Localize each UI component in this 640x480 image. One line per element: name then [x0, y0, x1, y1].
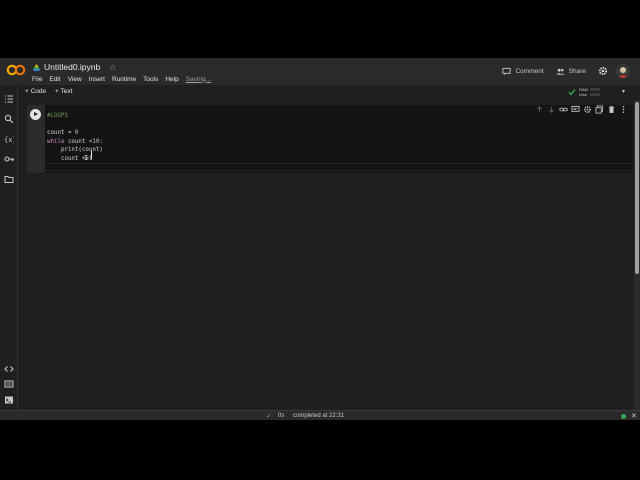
code-cell[interactable]: #LOOPS count = 0 while count <10: print(c…: [27, 105, 633, 173]
search-icon[interactable]: [4, 114, 14, 124]
close-icon[interactable]: ✕: [631, 412, 637, 420]
header: Untitled0.ipynb ☆ File Edit View Insert …: [0, 58, 640, 85]
runtime-dropdown-icon[interactable]: ▾: [622, 88, 625, 95]
ram-disk-indicator[interactable]: RAM Disk: [568, 87, 600, 97]
share-label: Share: [568, 67, 586, 75]
connected-check-icon: [568, 89, 576, 96]
check-icon: ✓: [266, 413, 272, 420]
settings-icon[interactable]: [583, 105, 592, 114]
active-line-highlight: [45, 163, 633, 171]
disk-meter: [589, 93, 600, 96]
comment-icon[interactable]: [571, 105, 580, 114]
text-cursor: [91, 151, 92, 159]
header-actions: Comment Share: [502, 63, 630, 79]
menu-help[interactable]: Help: [165, 76, 178, 83]
toc-icon[interactable]: [4, 94, 14, 104]
status-message[interactable]: completed at 22:31: [293, 413, 344, 419]
comment-button[interactable]: Comment: [502, 67, 544, 76]
code-line: print(count): [47, 147, 103, 153]
code-snippets-icon[interactable]: [4, 364, 14, 374]
more-vert-icon[interactable]: [619, 105, 628, 114]
left-sidebar: {x}: [0, 86, 18, 410]
ram-meter: [589, 88, 600, 91]
share-people-icon: [556, 68, 565, 75]
svg-text:{x}: {x}: [4, 136, 14, 144]
share-button[interactable]: Share: [556, 67, 586, 76]
execution-time: 0s: [278, 413, 285, 419]
cell-gutter: [27, 105, 45, 173]
disk-label: Disk: [579, 92, 587, 97]
code-editor[interactable]: #LOOPS count = 0 while count <10: print(c…: [45, 105, 633, 173]
menu-view[interactable]: View: [68, 76, 82, 83]
code-text[interactable]: #LOOPS count = 0 while count <10: print(c…: [47, 112, 103, 163]
mirror-icon[interactable]: [595, 104, 604, 114]
code-comment: #LOOPS: [47, 113, 68, 119]
add-code-cell-button[interactable]: + Code: [25, 88, 46, 95]
menu-runtime[interactable]: Runtime: [112, 76, 136, 83]
menu-file[interactable]: File: [32, 76, 42, 83]
usage-meters: [588, 88, 600, 96]
colab-window: Untitled0.ipynb ☆ File Edit View Insert …: [0, 58, 640, 420]
status-bar: ✓ 0s completed at 22:31 ✕: [0, 410, 640, 420]
code-line: #LOOPS: [47, 112, 103, 121]
notebook-toolbar: + Code + Text RAM Disk ▾: [18, 86, 640, 100]
code-line: count +=1: [47, 155, 92, 162]
menu-edit[interactable]: Edit: [49, 76, 60, 83]
scroll-thumb[interactable]: [635, 102, 639, 274]
delete-icon[interactable]: [607, 105, 616, 114]
command-palette-icon[interactable]: [4, 379, 14, 389]
drive-icon: [33, 63, 40, 71]
scrollbar[interactable]: [634, 100, 640, 410]
colab-logo-icon[interactable]: [6, 64, 26, 76]
move-up-icon[interactable]: [535, 105, 544, 114]
notebook-title[interactable]: Untitled0.ipynb: [44, 62, 100, 72]
variables-icon[interactable]: {x}: [4, 134, 14, 144]
star-icon[interactable]: ☆: [109, 63, 116, 72]
avatar[interactable]: [616, 64, 630, 78]
status-dot-icon: [621, 414, 626, 419]
menu-bar: File Edit View Insert Runtime Tools Help…: [32, 74, 211, 84]
add-text-cell-button[interactable]: + Text: [55, 88, 72, 95]
move-down-icon[interactable]: [547, 105, 556, 114]
ram-disk-labels: RAM Disk: [579, 87, 588, 97]
title-row: Untitled0.ipynb ☆: [33, 61, 116, 73]
menu-insert[interactable]: Insert: [89, 76, 105, 83]
link-icon[interactable]: [559, 105, 568, 114]
code-line: count = 0: [47, 130, 79, 136]
settings-gear-icon[interactable]: [598, 66, 608, 76]
cell-toolbar: [535, 104, 633, 114]
avatar-image-icon: [618, 66, 628, 78]
folder-icon[interactable]: [4, 174, 14, 184]
menu-tools[interactable]: Tools: [143, 76, 158, 83]
saving-status: Saving...: [185, 75, 212, 83]
key-icon[interactable]: [4, 154, 14, 164]
code-line: while count <10:: [47, 138, 103, 145]
comment-icon: [502, 67, 512, 75]
mouse-ibeam-icon: I: [84, 154, 89, 162]
terminal-icon[interactable]: [4, 395, 14, 405]
comment-label: Comment: [515, 67, 544, 75]
run-cell-button[interactable]: [30, 109, 41, 120]
